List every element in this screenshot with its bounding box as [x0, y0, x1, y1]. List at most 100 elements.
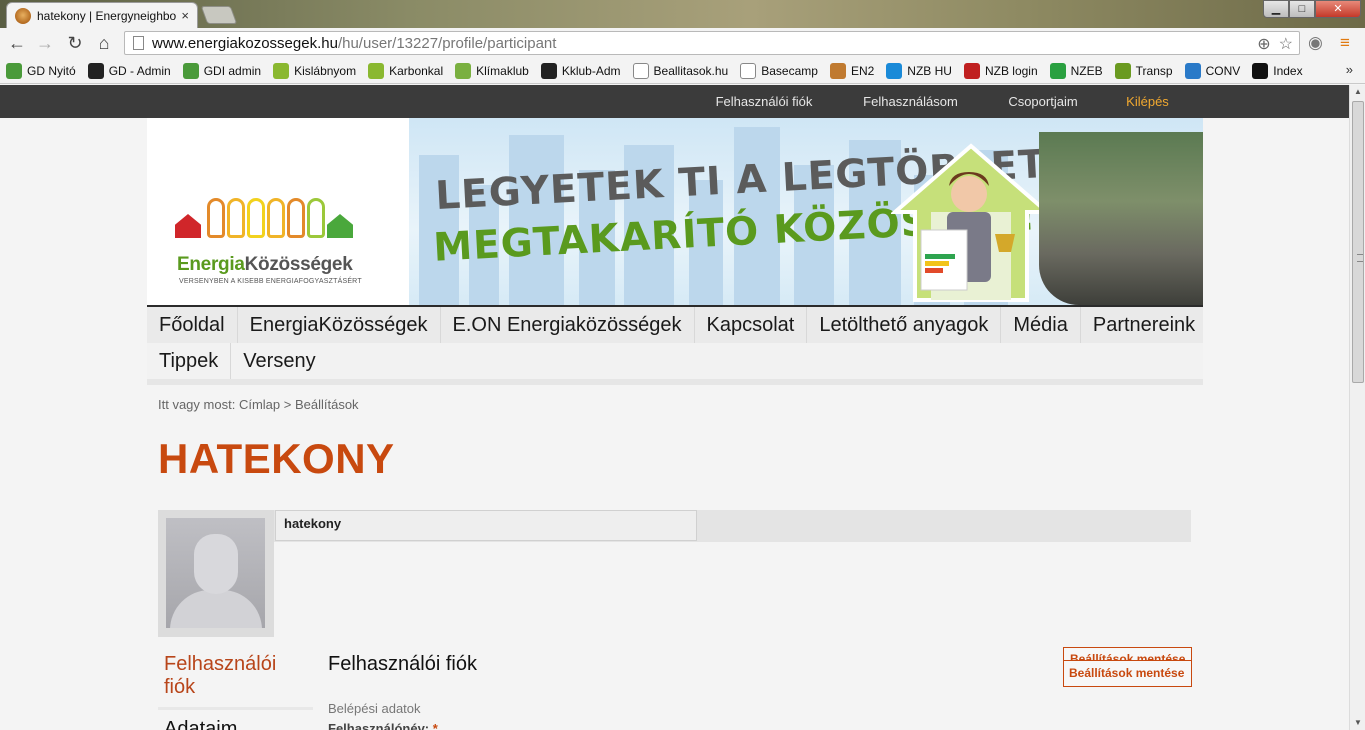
- bear-icon: [829, 62, 846, 79]
- logo-tagline: VERSENYBEN A KISEBB ENERGIAFOGYASZTÁSÉRT: [179, 278, 362, 285]
- nzb-icon: [886, 62, 903, 79]
- nav-contact[interactable]: Kapcsolat: [695, 307, 808, 343]
- extension-icon[interactable]: ◉: [1308, 33, 1323, 53]
- bookmark-label: Beallitasok.hu: [653, 63, 729, 78]
- bookmark-label: Kklub-Adm: [561, 63, 621, 78]
- nav-eon-communities[interactable]: E.ON Energiaközösségek: [441, 307, 695, 343]
- window-controls: ▁ □ ✕: [1263, 0, 1361, 18]
- co2-icon: [368, 62, 385, 79]
- tab-title: hatekony | Energyneighbo: [37, 8, 177, 23]
- co2-icon: [273, 62, 290, 79]
- bookmark-item[interactable]: NZB HU: [886, 62, 952, 79]
- bookmark-label: Transp: [1135, 63, 1173, 78]
- breadcrumb-separator: >: [283, 397, 292, 412]
- bookmark-item[interactable]: NZEB: [1049, 62, 1103, 79]
- bookmark-item[interactable]: GDI admin: [182, 62, 262, 79]
- bookmark-item[interactable]: Transp: [1114, 62, 1173, 79]
- bookmarks-overflow-icon[interactable]: »: [1346, 62, 1353, 77]
- page-icon: [740, 62, 757, 79]
- save-button-divider: [1064, 660, 1191, 661]
- bookmark-label: NZEB: [1070, 63, 1103, 78]
- avatar[interactable]: [166, 518, 265, 628]
- breadcrumb-prefix: Itt vagy most:: [158, 397, 236, 412]
- magnifier-icon: [1114, 62, 1131, 79]
- house-illustration: [891, 143, 1051, 302]
- nav-downloads[interactable]: Letölthető anyagok: [807, 307, 1002, 343]
- bookmark-label: EN2: [850, 63, 875, 78]
- omnibox-actions: ⊕ ☆: [1257, 34, 1293, 54]
- close-window-button[interactable]: ✕: [1315, 0, 1361, 18]
- url-host: www.energiakozossegek.hu: [152, 34, 338, 52]
- bookmark-label: Karbonkal: [389, 63, 444, 78]
- community-photo: [1039, 132, 1203, 305]
- sidenav-my-data[interactable]: Adataim: [158, 710, 313, 730]
- breadcrumb-current-link[interactable]: Beállítások: [295, 397, 359, 412]
- bookmark-item[interactable]: NZB login: [963, 62, 1038, 79]
- maximize-button[interactable]: □: [1289, 0, 1315, 18]
- admin-icon: [540, 62, 557, 79]
- bookmark-item[interactable]: CONV: [1184, 62, 1240, 79]
- nzeb-icon: [1049, 62, 1066, 79]
- bookmark-item[interactable]: Index: [1252, 62, 1303, 79]
- bookmark-label: Klímaklub: [476, 63, 529, 78]
- vertical-scrollbar[interactable]: ▲ ▼: [1349, 85, 1365, 730]
- nav-energy-communities[interactable]: EnergiaKözösségek: [238, 307, 441, 343]
- reload-icon[interactable]: ↻: [64, 32, 86, 54]
- new-tab-button[interactable]: [200, 6, 238, 24]
- bookmark-label: Index: [1273, 63, 1303, 78]
- address-bar[interactable]: www.energiakozossegek.hu/hu/user/13227/p…: [124, 31, 1300, 55]
- bear-favicon-icon: [15, 7, 31, 24]
- breadcrumb-home-link[interactable]: Címlap: [239, 397, 280, 412]
- scroll-up-arrow-icon[interactable]: ▲: [1350, 85, 1365, 99]
- tab-close-icon[interactable]: ×: [181, 8, 189, 23]
- bookmark-star-icon[interactable]: ☆: [1279, 34, 1293, 54]
- bookmark-label: GDI admin: [203, 63, 262, 78]
- browser-toolbar: ← → ↻ ⌂ www.energiakozossegek.hu/hu/user…: [0, 28, 1365, 58]
- forward-arrow-icon[interactable]: →: [34, 32, 56, 54]
- bookmark-label: NZB HU: [907, 63, 952, 78]
- bookmark-item[interactable]: Kislábnyom: [273, 62, 356, 79]
- bookmark-label: NZB login: [984, 63, 1038, 78]
- bookmark-item[interactable]: Karbonkal: [368, 62, 444, 79]
- bookmark-item[interactable]: GD Nyitó: [6, 62, 76, 79]
- minimize-button[interactable]: ▁: [1263, 0, 1289, 18]
- bookmark-item[interactable]: Beallitasok.hu: [632, 62, 729, 79]
- profile-header: hatekony: [158, 510, 1191, 542]
- bookmark-item[interactable]: Kklub-Adm: [540, 62, 621, 79]
- site-logo[interactable]: EnergiaKözösségek VERSENYBEN A KISEBB EN…: [175, 198, 365, 298]
- bookmark-item[interactable]: EN2: [829, 62, 875, 79]
- browser-tab[interactable]: hatekony | Energyneighbo ×: [6, 2, 198, 28]
- bookmark-item[interactable]: GD - Admin: [87, 62, 171, 79]
- window-titlebar: hatekony | Energyneighbo × ▁ □ ✕: [0, 0, 1365, 28]
- cc-icon: [963, 62, 980, 79]
- index-icon: [1252, 62, 1269, 79]
- menu-icon[interactable]: ≡: [1340, 33, 1350, 53]
- scroll-thumb[interactable]: [1352, 101, 1364, 383]
- nav-home[interactable]: Főoldal: [147, 307, 238, 343]
- conv-icon: [1184, 62, 1201, 79]
- home-icon[interactable]: ⌂: [93, 32, 115, 54]
- scroll-down-arrow-icon[interactable]: ▼: [1350, 716, 1365, 730]
- url-path: /hu/user/13227/profile/participant: [337, 34, 557, 52]
- save-settings-button[interactable]: Beállítások mentése Beállítások mentése: [1063, 647, 1192, 687]
- bookmark-item[interactable]: Klímaklub: [455, 62, 529, 79]
- bookmarks-bar: GD Nyitó GD - Admin GDI admin Kislábnyom Kar…: [0, 58, 1365, 84]
- back-arrow-icon[interactable]: ←: [6, 32, 28, 54]
- bookmark-item[interactable]: Basecamp: [740, 62, 818, 79]
- page-icon: [632, 62, 649, 79]
- bookmark-label: GD - Admin: [108, 63, 171, 78]
- breadcrumb: Itt vagy most: Címlap > Beállítások: [158, 397, 359, 412]
- nav-partners[interactable]: Partnereink: [1081, 307, 1207, 343]
- page-title: HATEKONY: [158, 435, 395, 482]
- bookmark-label: Basecamp: [761, 63, 818, 78]
- nav-media[interactable]: Média: [1001, 307, 1081, 343]
- nav-competition[interactable]: Verseny: [231, 343, 327, 379]
- gdi-icon: [182, 62, 199, 79]
- nav-tips[interactable]: Tippek: [147, 343, 232, 379]
- sidenav-account[interactable]: Felhasználói fiók: [158, 645, 313, 710]
- main-navigation: Főoldal EnergiaKözösségek E.ON Energiakö…: [147, 305, 1203, 385]
- page-viewport: Felhasználói fiók Felhasználásom Csoport…: [0, 85, 1349, 730]
- login-data-legend: Belépési adatok: [328, 701, 421, 716]
- username-label-text: Felhasználónév:: [328, 721, 430, 730]
- zoom-icon[interactable]: ⊕: [1257, 34, 1270, 54]
